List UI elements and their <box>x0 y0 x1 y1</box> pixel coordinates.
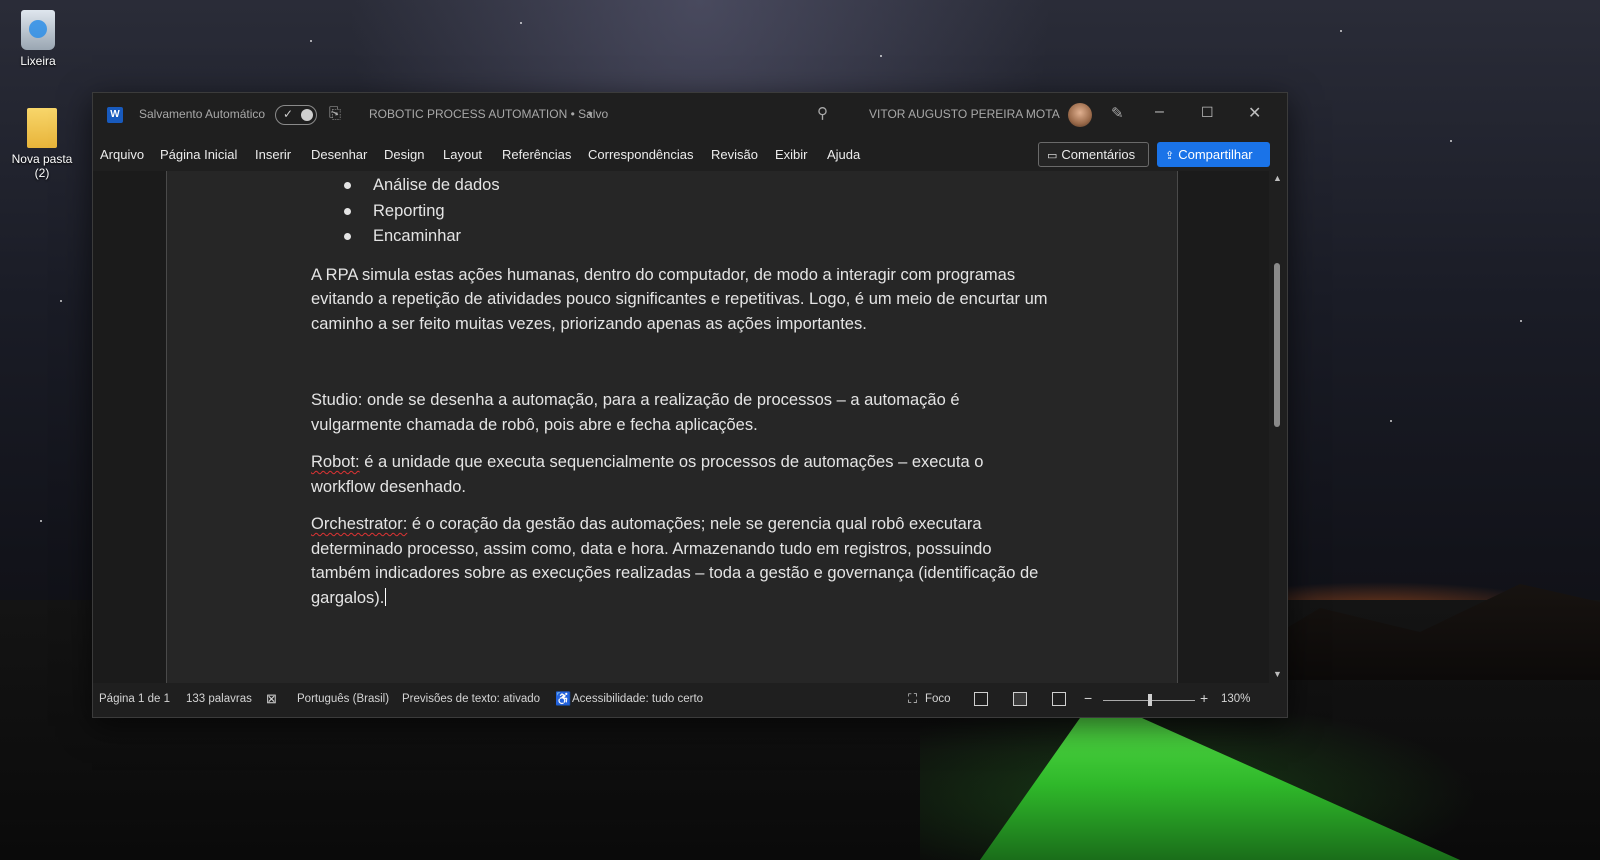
autosave-label: Salvamento Automático <box>139 107 266 121</box>
tab-layout[interactable]: Layout <box>443 147 482 162</box>
star <box>880 55 882 57</box>
list-item: Encaminhar <box>311 224 1051 250</box>
tab-inserir[interactable]: Inserir <box>255 147 291 162</box>
text-cursor <box>385 587 387 606</box>
star <box>40 520 42 522</box>
list-item: Análise de dados <box>311 173 1051 199</box>
scroll-thumb[interactable] <box>1274 263 1280 427</box>
star <box>1340 30 1342 32</box>
zoom-out-button[interactable]: − <box>1084 690 1092 706</box>
spelling-flag[interactable]: Robot: <box>311 453 360 471</box>
share-button[interactable]: ⇪ Compartilhar <box>1157 142 1270 167</box>
search-icon[interactable]: ⚲ <box>817 104 828 122</box>
focus-button[interactable]: Foco <box>925 693 951 705</box>
desktop-icon-recycle-bin[interactable]: Lixeira <box>2 10 74 68</box>
desktop-icon-label: Nova pasta (2) <box>11 152 73 180</box>
titlebar: W Salvamento Automático ✓ ⎘ ROBOTIC PROC… <box>93 93 1287 137</box>
share-icon: ⇪ <box>1165 150 1175 162</box>
desktop-icon-label: Lixeira <box>20 54 56 68</box>
page-count[interactable]: Página 1 de 1 <box>99 693 170 705</box>
document-title[interactable]: ROBOTIC PROCESS AUTOMATION • Salvo <box>369 107 608 121</box>
save-icon[interactable]: ⎘ <box>329 105 341 122</box>
list-item: Reporting <box>311 199 1051 225</box>
pen-icon[interactable]: ✎ <box>1111 104 1124 122</box>
vertical-scrollbar[interactable]: ▲ ▼ <box>1269 171 1287 683</box>
print-layout-icon[interactable] <box>1013 692 1027 706</box>
comments-label: Comentários <box>1061 147 1136 162</box>
tab-design[interactable]: Design <box>384 147 424 162</box>
recycle-bin-icon <box>21 10 55 50</box>
paragraph-text: é o coração da gestão das automações; ne… <box>311 515 1039 607</box>
tab-ajuda[interactable]: Ajuda <box>827 147 860 162</box>
language-status[interactable]: Português (Brasil) <box>297 693 389 705</box>
star <box>1520 320 1522 322</box>
read-mode-icon[interactable] <box>974 692 988 706</box>
tab-exibir[interactable]: Exibir <box>775 147 808 162</box>
scroll-down-icon[interactable]: ▼ <box>1273 669 1282 679</box>
document-body[interactable]: Análise de dados Reporting Encaminhar A … <box>311 173 1051 610</box>
paragraph: Orchestrator: é o coração da gestão das … <box>311 512 1051 610</box>
focus-icon: ⛶ <box>908 691 918 706</box>
paragraph-text: é a unidade que executa sequencialmente … <box>311 453 984 496</box>
zoom-level[interactable]: 130% <box>1221 693 1250 705</box>
document-canvas[interactable]: Análise de dados Reporting Encaminhar A … <box>93 171 1269 683</box>
status-bar: Página 1 de 1 133 palavras ⊠ Português (… <box>93 683 1287 717</box>
paragraph: Studio: onde se desenha a automação, par… <box>311 391 960 434</box>
check-icon: ✓ <box>283 107 294 121</box>
proofing-icon[interactable]: ⊠ <box>266 691 277 707</box>
scroll-up-icon[interactable]: ▲ <box>1273 173 1282 183</box>
tab-desenhar[interactable]: Desenhar <box>311 147 367 162</box>
user-name[interactable]: VITOR AUGUSTO PEREIRA MOTA <box>869 107 1060 121</box>
close-button[interactable]: ✕ <box>1248 103 1261 123</box>
maximize-button[interactable]: ☐ <box>1201 104 1214 121</box>
star <box>310 40 312 42</box>
toggle-knob <box>301 109 313 121</box>
star <box>60 300 62 302</box>
word-app-icon: W <box>107 107 123 123</box>
folder-icon <box>27 108 57 148</box>
tab-pagina-inicial[interactable]: Página Inicial <box>160 147 237 162</box>
tab-referencias[interactable]: Referências <box>502 147 571 162</box>
zoom-in-button[interactable]: + <box>1200 690 1208 706</box>
comment-icon: ▭ <box>1047 150 1058 162</box>
autosave-toggle[interactable]: ✓ <box>275 105 317 125</box>
zoom-slider-thumb[interactable] <box>1148 694 1152 706</box>
chevron-down-icon[interactable]: ▾ <box>588 109 593 120</box>
tab-correspondencias[interactable]: Correspondências <box>588 147 694 162</box>
star <box>1390 420 1392 422</box>
star <box>1450 140 1452 142</box>
tab-revisao[interactable]: Revisão <box>711 147 758 162</box>
tab-arquivo[interactable]: Arquivo <box>100 147 144 162</box>
word-window: W Salvamento Automático ✓ ⎘ ROBOTIC PROC… <box>92 92 1288 718</box>
avatar[interactable] <box>1068 103 1092 127</box>
accessibility-status[interactable]: Acessibilidade: tudo certo <box>572 693 703 705</box>
minimize-button[interactable]: – <box>1155 103 1164 121</box>
comments-button[interactable]: ▭ Comentários <box>1038 142 1149 167</box>
word-count[interactable]: 133 palavras <box>186 693 252 705</box>
web-layout-icon[interactable] <box>1052 692 1066 706</box>
desktop-icon-folder[interactable]: Nova pasta (2) <box>6 108 78 180</box>
document-page[interactable]: Análise de dados Reporting Encaminhar A … <box>166 171 1178 683</box>
text-predictions-status[interactable]: Previsões de texto: ativado <box>402 693 540 705</box>
star <box>520 22 522 24</box>
ribbon-tabs: Arquivo Página Inicial Inserir Desenhar … <box>93 137 1287 171</box>
paragraph: A RPA simula estas ações humanas, dentro… <box>311 265 1048 333</box>
paragraph: Robot: é a unidade que executa sequencia… <box>311 450 1051 499</box>
share-label: Compartilhar <box>1178 147 1253 162</box>
spelling-flag[interactable]: Orchestrator: <box>311 515 407 533</box>
accessibility-icon: ♿ <box>555 691 572 706</box>
